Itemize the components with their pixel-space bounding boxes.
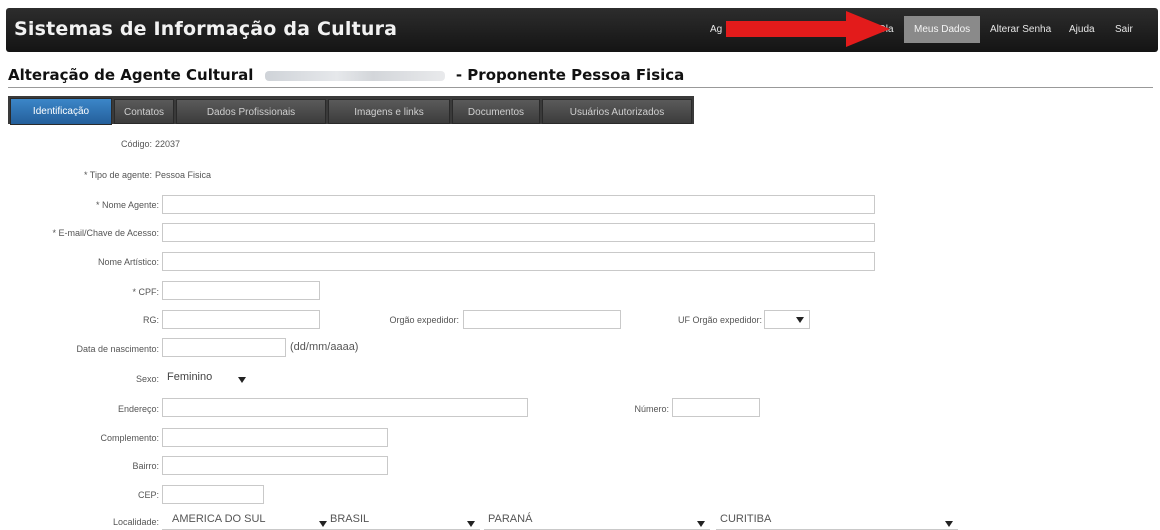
sexo-label: Sexo:: [135, 374, 159, 384]
chevron-down-icon: [796, 317, 804, 323]
tab-usuarios-autorizados[interactable]: Usuários Autorizados: [542, 99, 692, 124]
app-title: Sistemas de Informação da Cultura: [14, 18, 398, 40]
rg-input[interactable]: [162, 310, 320, 329]
continente-value: AMERICA DO SUL: [172, 513, 266, 525]
chevron-down-icon: [697, 521, 705, 527]
title-divider: [8, 87, 1153, 88]
localidade-label: Localidade:: [112, 517, 159, 527]
orgao-expedidor-input[interactable]: [463, 310, 621, 329]
meus-dados-link[interactable]: Meus Dados: [904, 16, 981, 43]
cep-input[interactable]: [162, 485, 264, 504]
bairro-label: Bairro:: [132, 461, 159, 471]
email-label: * E-mail/Chave de Acesso:: [52, 228, 159, 238]
top-link-ag[interactable]: Ag: [710, 8, 722, 52]
uf-orgao-label: UF Orgão expedidor:: [677, 315, 762, 325]
codigo-value: 22037: [155, 139, 181, 149]
tab-contatos[interactable]: Contatos: [114, 99, 174, 124]
tipo-agente-label: * Tipo de agente:: [83, 170, 152, 180]
tab-imagens-links[interactable]: Imagens e links: [328, 99, 450, 124]
page-title-prefix: Alteração de Agente Cultural: [8, 66, 254, 84]
cpf-label: * CPF:: [132, 287, 159, 297]
numero-input[interactable]: [672, 398, 760, 417]
nome-agente-input[interactable]: [162, 195, 875, 214]
pais-select[interactable]: BRASIL: [326, 513, 480, 530]
sair-link[interactable]: Sair: [1115, 8, 1133, 52]
nome-artistico-label: Nome Artístico:: [97, 257, 159, 267]
cidade-value: CURITIBA: [720, 513, 772, 525]
data-nascimento-input[interactable]: [162, 338, 286, 357]
pais-value: BRASIL: [330, 513, 370, 525]
endereco-input[interactable]: [162, 398, 528, 417]
complemento-label: Complemento:: [100, 433, 159, 443]
data-nascimento-label: Data de nascimento:: [76, 344, 159, 354]
cpf-input[interactable]: [162, 281, 320, 300]
page-title: Alteração de Agente Cultural - Proponent…: [8, 66, 684, 84]
tipo-agente-value: Pessoa Fisica: [155, 170, 212, 180]
bairro-input[interactable]: [162, 456, 388, 475]
codigo-label: Código:: [120, 139, 152, 149]
sexo-selected-value: Feminino: [167, 371, 213, 383]
continente-select[interactable]: AMERICA DO SUL: [162, 513, 332, 530]
tab-dados-profissionais[interactable]: Dados Profissionais: [176, 99, 326, 124]
chevron-down-icon: [238, 377, 246, 383]
rg-label: RG:: [142, 315, 159, 325]
data-nascimento-hint: (dd/mm/aaaa): [290, 341, 359, 353]
ajuda-link[interactable]: Ajuda: [1069, 8, 1095, 52]
top-bar-background: Sistemas de Informação da Cultura Ag Ola…: [6, 8, 1158, 52]
tab-identificacao[interactable]: Identificação: [10, 98, 112, 125]
tab-bar: Identificação Contatos Dados Profissiona…: [8, 96, 694, 125]
red-arrow-annotation: [726, 11, 890, 47]
redacted-agent-name: [264, 70, 445, 81]
chevron-down-icon: [945, 521, 953, 527]
email-input[interactable]: [162, 223, 875, 242]
nome-agente-label: * Nome Agente:: [95, 200, 159, 210]
endereco-label: Endereço:: [117, 404, 159, 414]
estado-value: PARANÁ: [488, 513, 533, 525]
cep-label: CEP:: [137, 490, 159, 500]
estado-select[interactable]: PARANÁ: [484, 513, 710, 530]
orgao-expedidor-label: Orgão expedidor:: [389, 315, 459, 325]
tab-documentos[interactable]: Documentos: [452, 99, 540, 124]
numero-label: Número:: [634, 404, 669, 414]
sexo-select[interactable]: Feminino: [162, 368, 252, 387]
uf-orgao-select[interactable]: [764, 310, 810, 329]
top-bar: Sistemas de Informação da Cultura Ag Ola…: [0, 0, 1160, 60]
alterar-senha-link[interactable]: Alterar Senha: [990, 8, 1051, 52]
page-title-suffix: - Proponente Pessoa Fisica: [455, 66, 685, 84]
nome-artistico-input[interactable]: [162, 252, 875, 271]
complemento-input[interactable]: [162, 428, 388, 447]
cidade-select[interactable]: CURITIBA: [716, 513, 958, 530]
chevron-down-icon: [467, 521, 475, 527]
